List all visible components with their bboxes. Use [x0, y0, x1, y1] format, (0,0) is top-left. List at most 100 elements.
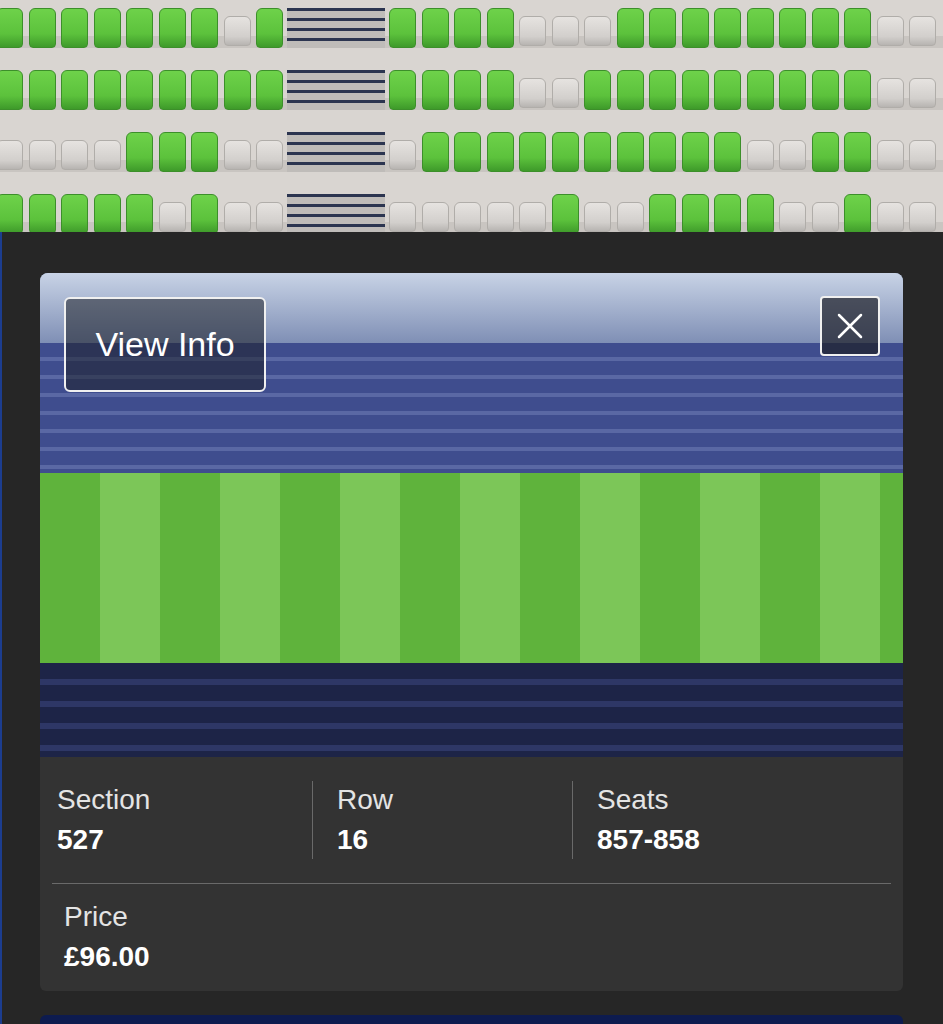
seat[interactable]	[649, 8, 676, 48]
seat[interactable]	[61, 8, 88, 48]
seat[interactable]	[159, 70, 186, 110]
seat[interactable]	[159, 132, 186, 172]
seat-row	[0, 132, 943, 172]
seat[interactable]	[61, 194, 88, 232]
seat[interactable]	[256, 70, 283, 110]
seat[interactable]	[191, 70, 218, 110]
seat[interactable]	[256, 8, 283, 48]
seat[interactable]	[159, 8, 186, 48]
seat-block	[389, 132, 936, 172]
seat[interactable]	[617, 8, 644, 48]
seat[interactable]	[812, 132, 839, 172]
seat[interactable]	[191, 132, 218, 172]
aisle-stairs	[287, 8, 385, 48]
seat[interactable]	[454, 132, 481, 172]
seat[interactable]	[422, 8, 449, 48]
seat[interactable]	[126, 8, 153, 48]
seat-panel: View InfoSection527Row16Seats857-858Pric…	[0, 232, 943, 1024]
seat[interactable]	[29, 8, 56, 48]
view-info-button[interactable]: View Info	[64, 297, 266, 392]
seat[interactable]	[714, 8, 741, 48]
seat[interactable]	[682, 70, 709, 110]
seat[interactable]	[649, 132, 676, 172]
seat[interactable]	[779, 8, 806, 48]
seat[interactable]	[389, 70, 416, 110]
seat[interactable]	[454, 70, 481, 110]
seat	[519, 202, 546, 232]
seat[interactable]	[844, 132, 871, 172]
seat[interactable]	[812, 8, 839, 48]
price-value: £96.00	[64, 940, 891, 974]
continue-button[interactable]	[40, 1015, 903, 1024]
seat[interactable]	[714, 194, 741, 232]
seat[interactable]	[422, 132, 449, 172]
seat[interactable]	[747, 194, 774, 232]
seat[interactable]	[552, 194, 579, 232]
seat	[909, 78, 936, 108]
seat[interactable]	[844, 8, 871, 48]
price: Price£96.00	[52, 884, 891, 991]
seat[interactable]	[126, 132, 153, 172]
close-icon	[835, 311, 865, 341]
seat[interactable]	[584, 132, 611, 172]
seat[interactable]	[552, 132, 579, 172]
detail-label: Section	[57, 783, 312, 817]
seat[interactable]	[126, 70, 153, 110]
seat[interactable]	[617, 70, 644, 110]
seat[interactable]	[94, 70, 121, 110]
aisle-stairs	[287, 132, 385, 172]
seat[interactable]	[519, 132, 546, 172]
seat[interactable]	[747, 8, 774, 48]
seat	[552, 16, 579, 46]
seat[interactable]	[747, 70, 774, 110]
seat[interactable]	[682, 8, 709, 48]
seat-view-photo: View Info	[40, 273, 903, 757]
seat[interactable]	[487, 132, 514, 172]
seat[interactable]	[617, 132, 644, 172]
seat[interactable]	[126, 194, 153, 232]
detail-item: Row16	[312, 781, 572, 859]
seat	[909, 140, 936, 170]
seat[interactable]	[714, 132, 741, 172]
seat	[877, 16, 904, 46]
seat[interactable]	[29, 194, 56, 232]
aisle-stairs	[287, 70, 385, 110]
seat[interactable]	[487, 70, 514, 110]
seat[interactable]	[0, 194, 23, 232]
seat[interactable]	[224, 70, 251, 110]
seat[interactable]	[649, 70, 676, 110]
seat[interactable]	[714, 70, 741, 110]
seat[interactable]	[389, 8, 416, 48]
seat-info: Section527Row16Seats857-858Price£96.00	[40, 757, 903, 991]
seat[interactable]	[0, 8, 23, 48]
seat[interactable]	[191, 8, 218, 48]
seat[interactable]	[29, 70, 56, 110]
seat-block	[0, 194, 283, 232]
seat	[812, 202, 839, 232]
seat[interactable]	[844, 70, 871, 110]
seat[interactable]	[779, 70, 806, 110]
seat[interactable]	[844, 194, 871, 232]
seat	[389, 202, 416, 232]
seat[interactable]	[649, 194, 676, 232]
detail-item: Section527	[52, 757, 312, 883]
seat[interactable]	[422, 70, 449, 110]
seat[interactable]	[0, 70, 23, 110]
seat[interactable]	[94, 194, 121, 232]
seat[interactable]	[61, 70, 88, 110]
seat[interactable]	[191, 194, 218, 232]
seat[interactable]	[682, 194, 709, 232]
close-button[interactable]	[820, 296, 880, 356]
seat	[0, 140, 23, 170]
seat[interactable]	[454, 8, 481, 48]
detail-value: 857-858	[597, 823, 891, 857]
seat[interactable]	[487, 8, 514, 48]
detail-label: Row	[337, 783, 572, 817]
seat	[779, 140, 806, 170]
seat[interactable]	[812, 70, 839, 110]
seat-block	[389, 70, 936, 110]
seat[interactable]	[584, 70, 611, 110]
seat[interactable]	[682, 132, 709, 172]
seat-block	[0, 8, 283, 48]
seat[interactable]	[94, 8, 121, 48]
